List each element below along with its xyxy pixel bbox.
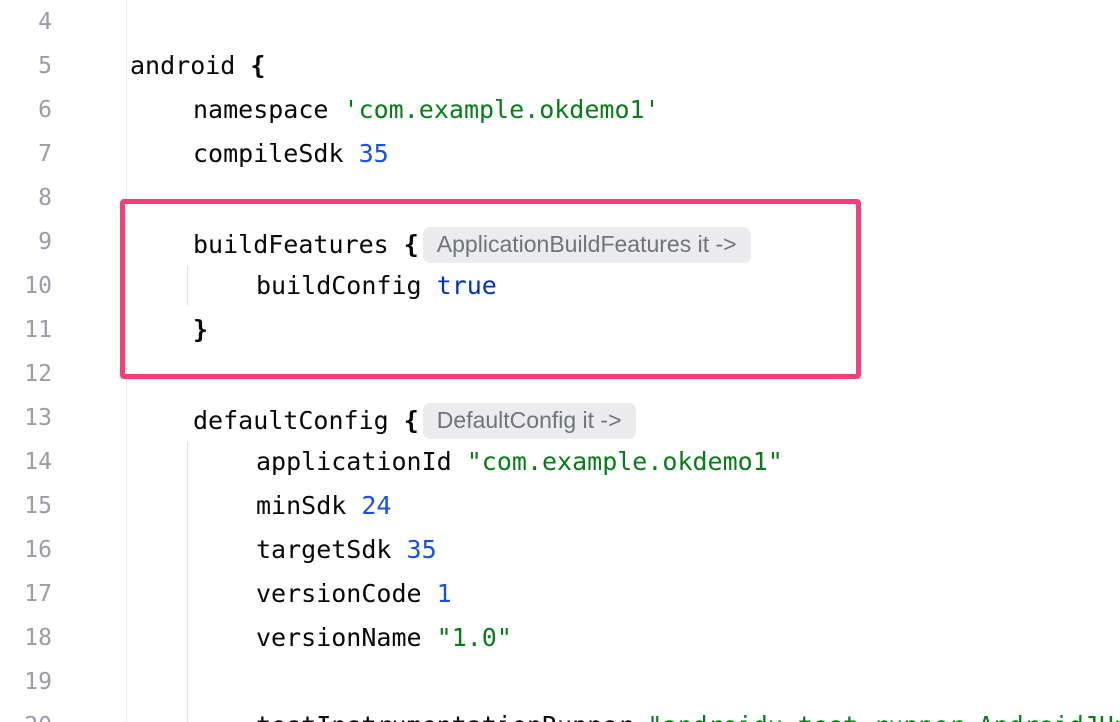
property-name: versionCode bbox=[256, 579, 422, 608]
code-text: targetSdk 35 bbox=[256, 535, 437, 565]
number-value: 24 bbox=[361, 491, 392, 520]
code-text: defaultConfig {DefaultConfig it -> bbox=[193, 403, 636, 439]
code-line[interactable]: 6 namespace 'com.example.okdemo1' bbox=[0, 90, 1120, 134]
line-number: 15 bbox=[24, 493, 52, 519]
indent-guide bbox=[187, 442, 188, 722]
line-number: 4 bbox=[38, 9, 52, 35]
line-number: 13 bbox=[24, 405, 52, 431]
line-number: 7 bbox=[38, 141, 52, 167]
code-text: versionName "1.0" bbox=[256, 623, 512, 653]
code-text: compileSdk 35 bbox=[193, 139, 389, 169]
property-name: applicationId bbox=[256, 447, 452, 476]
code-editor[interactable]: 4 5 android { 6 namespace 'com.example.o… bbox=[0, 0, 1120, 722]
string-value: 'com.example.okdemo1' bbox=[343, 95, 660, 124]
property-name: compileSdk bbox=[193, 139, 344, 168]
line-number: 5 bbox=[38, 53, 52, 79]
code-line[interactable]: 17 versionCode 1 bbox=[0, 574, 1120, 618]
property-name: namespace bbox=[193, 95, 329, 124]
string-value: "androidx.test.runner.AndroidJUnitRunner… bbox=[647, 711, 1120, 722]
code-line[interactable]: 15 minSdk 24 bbox=[0, 486, 1120, 530]
string-value: "1.0" bbox=[436, 623, 512, 652]
open-brace: { bbox=[250, 51, 266, 80]
code-line[interactable]: 14 applicationId "com.example.okdemo1" bbox=[0, 442, 1120, 486]
code-line[interactable]: 16 targetSdk 35 bbox=[0, 530, 1120, 574]
line-number: 20 bbox=[0, 713, 52, 722]
property-name: targetSdk bbox=[256, 535, 392, 564]
code-text: minSdk 24 bbox=[256, 491, 391, 521]
line-number: 19 bbox=[24, 669, 52, 695]
code-line[interactable]: 19 bbox=[0, 662, 1120, 706]
code-text: applicationId "com.example.okdemo1" bbox=[256, 447, 783, 477]
open-brace: { bbox=[403, 406, 419, 435]
code-line[interactable]: 18 versionName "1.0" bbox=[0, 618, 1120, 662]
code-text: testInstrumentationRunner "androidx.test… bbox=[256, 711, 1120, 722]
line-number: 10 bbox=[24, 273, 52, 299]
property-name: minSdk bbox=[256, 491, 347, 520]
string-value: "com.example.okdemo1" bbox=[466, 447, 783, 476]
line-number: 12 bbox=[24, 361, 52, 387]
number-value: 35 bbox=[406, 535, 437, 564]
inlay-hint[interactable]: DefaultConfig it -> bbox=[422, 403, 636, 439]
property-name: versionName bbox=[256, 623, 422, 652]
code-text: versionCode 1 bbox=[256, 579, 452, 609]
line-number: 17 bbox=[24, 581, 52, 607]
property-name: testInstrumentationRunner bbox=[256, 711, 632, 722]
line-number: 18 bbox=[24, 625, 52, 651]
number-value: 1 bbox=[436, 579, 452, 608]
code-line[interactable]: 7 compileSdk 35 bbox=[0, 134, 1120, 178]
block-name: defaultConfig bbox=[193, 406, 389, 435]
block-name: android bbox=[130, 51, 236, 80]
line-number: 9 bbox=[38, 229, 52, 255]
code-text: namespace 'com.example.okdemo1' bbox=[193, 95, 660, 125]
code-line[interactable]: 4 bbox=[0, 2, 1120, 46]
line-number: 6 bbox=[38, 97, 52, 123]
code-line[interactable]: 5 android { bbox=[0, 46, 1120, 90]
code-text: android { bbox=[130, 51, 265, 81]
number-value: 35 bbox=[358, 139, 389, 168]
highlight-box bbox=[120, 199, 861, 379]
line-number: 14 bbox=[24, 449, 52, 475]
line-number: 8 bbox=[38, 185, 52, 211]
line-number: 16 bbox=[24, 537, 52, 563]
line-number: 11 bbox=[24, 317, 52, 343]
code-line[interactable]: 13 defaultConfig {DefaultConfig it -> bbox=[0, 398, 1120, 442]
code-line[interactable]: 20 testInstrumentationRunner "androidx.t… bbox=[0, 706, 1120, 722]
